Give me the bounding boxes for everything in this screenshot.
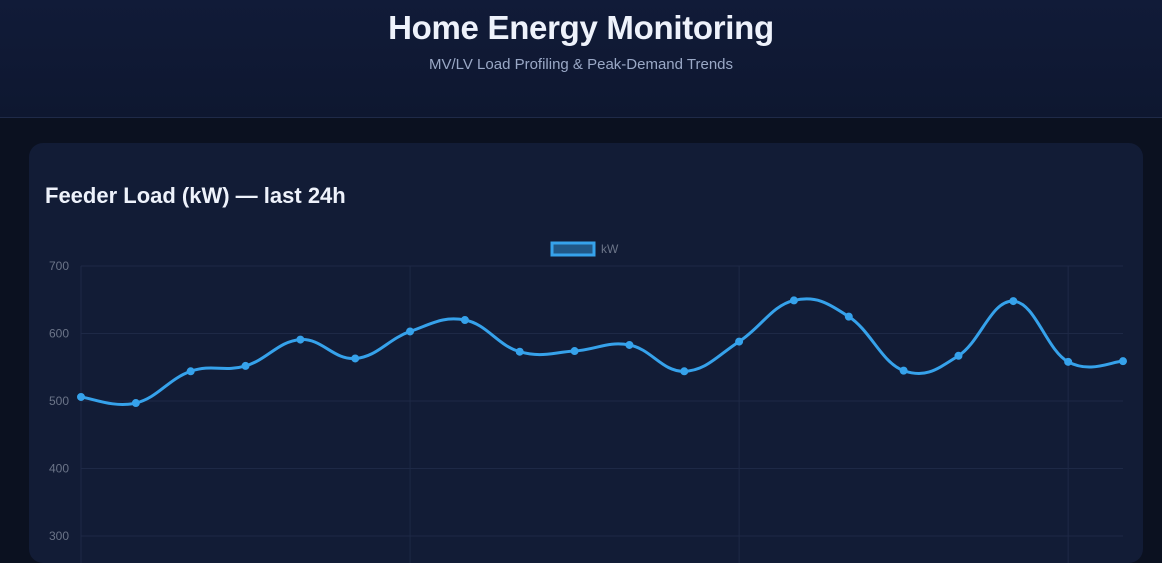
y-tick-label: 300 (49, 529, 69, 543)
data-point (296, 335, 305, 344)
legend-label: kW (601, 242, 619, 256)
data-point (625, 340, 634, 349)
series-line-kw (79, 297, 1125, 406)
legend-swatch (550, 241, 596, 257)
y-tick-label: 400 (49, 462, 69, 476)
data-point (351, 354, 360, 363)
data-point (460, 316, 469, 324)
data-point (680, 367, 689, 376)
chart-card: Feeder Load (kW) — last 24h 300 400 500 600… (29, 143, 1143, 563)
data-point (789, 296, 798, 305)
data-point (77, 392, 85, 401)
data-point (844, 312, 853, 321)
data-point (954, 351, 963, 360)
y-tick-label: 600 (49, 327, 69, 341)
data-point (186, 367, 195, 376)
data-point (1009, 297, 1018, 306)
data-point (131, 399, 140, 408)
data-point (241, 361, 250, 370)
data-point (515, 347, 524, 356)
y-tick-label: 700 (49, 259, 69, 273)
data-point (1119, 357, 1127, 366)
page-header: Home Energy Monitoring MV/LV Load Profil… (0, 0, 1162, 118)
y-tick-label: 500 (49, 394, 69, 408)
data-point (735, 337, 744, 346)
data-point (570, 347, 579, 356)
load-line-chart: 300 400 500 600 700 kW (49, 241, 1127, 563)
page-title: Home Energy Monitoring (388, 9, 774, 46)
data-point (406, 327, 415, 336)
data-point (1064, 357, 1073, 366)
page-subtitle: MV/LV Load Profiling & Peak-Demand Trend… (428, 56, 734, 73)
data-point (899, 366, 908, 375)
